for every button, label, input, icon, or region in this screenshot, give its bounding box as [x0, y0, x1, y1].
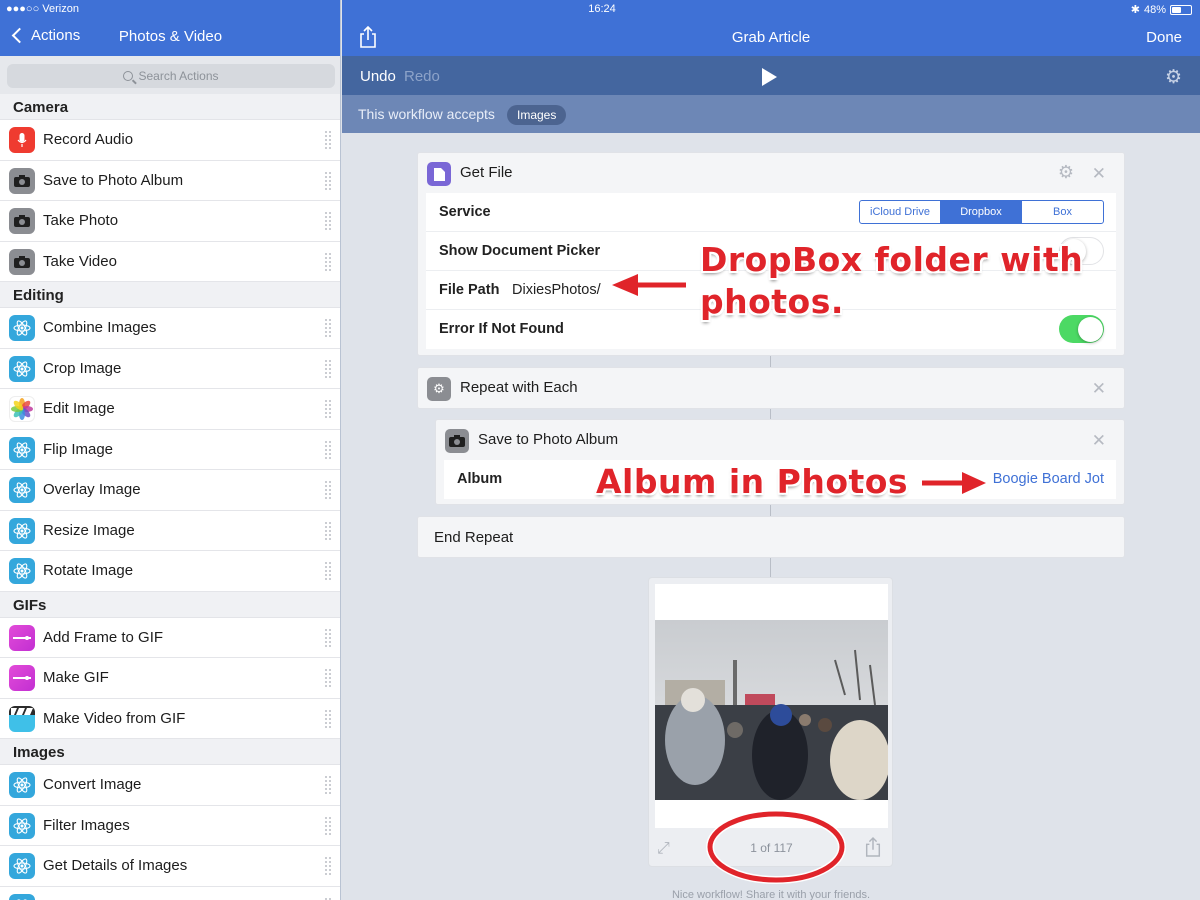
- arrow-to-file-path: [608, 272, 688, 298]
- dropbox-annotation: DropBox folder with photos.: [700, 239, 1083, 323]
- album-annotation: Album in Photos: [596, 462, 909, 501]
- dropbox-annotation-line: photos.: [700, 282, 844, 321]
- annotation-overlay: [608, 272, 990, 884]
- dropbox-annotation-line: DropBox folder with: [700, 240, 1084, 279]
- arrow-to-album: [920, 470, 990, 496]
- counter-highlight-circle-red: [707, 811, 845, 883]
